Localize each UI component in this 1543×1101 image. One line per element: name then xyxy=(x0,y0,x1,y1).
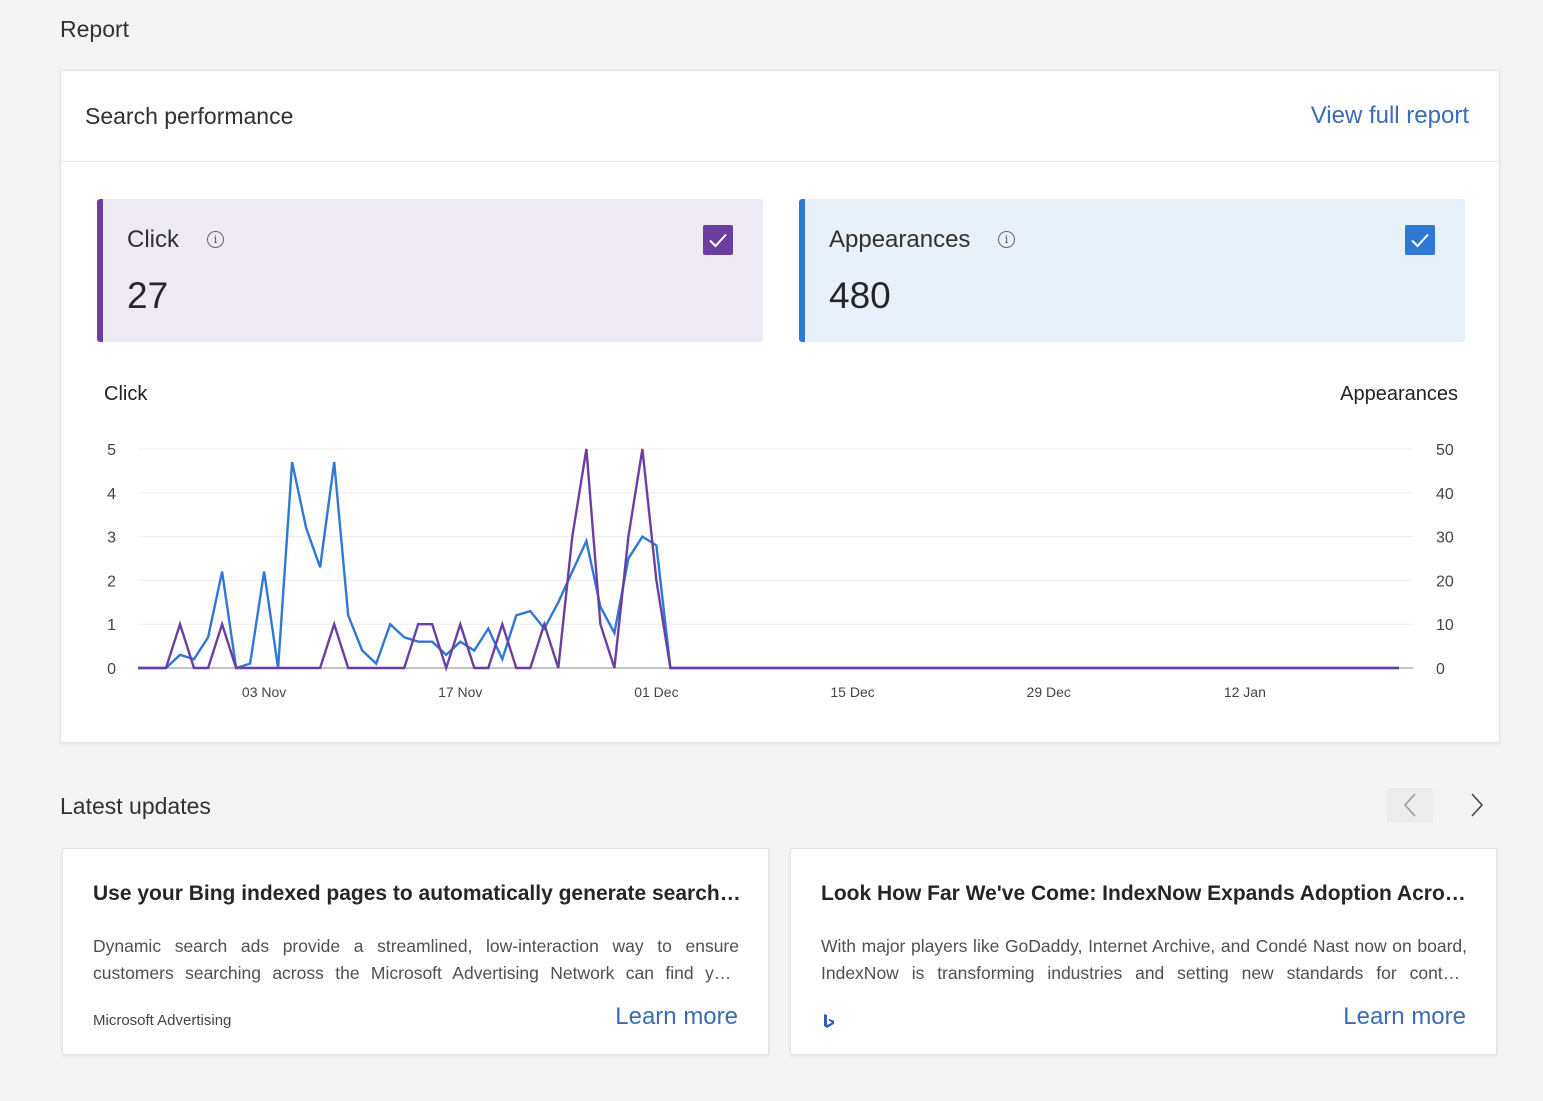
bing-icon xyxy=(824,1014,834,1028)
info-icon[interactable]: i xyxy=(207,231,224,248)
x-tick-label: 01 Dec xyxy=(634,684,678,700)
appearances-metric-value: 480 xyxy=(829,275,891,316)
update-card-title: Use your Bing indexed pages to automatic… xyxy=(93,882,743,905)
line-chart: 0123450102030405003 Nov 17 Nov 01 Dec 15 De… xyxy=(107,442,1454,700)
appearances-checkbox[interactable] xyxy=(1405,225,1435,255)
left-tick-label: 0 xyxy=(107,661,116,678)
learn-more-link[interactable]: Learn more xyxy=(615,1003,738,1031)
click-metric-tile[interactable]: Click i 27 xyxy=(97,199,763,342)
previous-button[interactable] xyxy=(1387,788,1433,822)
update-card-source: Microsoft Advertising xyxy=(93,1012,232,1029)
left-tick-label: 3 xyxy=(107,530,116,547)
checkmark-icon xyxy=(1411,233,1429,248)
info-icon[interactable]: i xyxy=(998,231,1015,248)
next-button[interactable] xyxy=(1454,788,1500,822)
update-card-description: With major players like GoDaddy, Interne… xyxy=(821,936,1467,983)
left-tick-label: 5 xyxy=(107,442,116,459)
x-tick-label: 29 Dec xyxy=(1027,684,1071,700)
right-tick-label: 10 xyxy=(1436,617,1454,634)
update-card-description: Dynamic search ads provide a streamlined… xyxy=(93,936,739,983)
x-tick-label: 15 Dec xyxy=(830,684,874,700)
performance-chart: Click Appearances 0 1 2 3 4 5 0 10 20 30 40 50 03 No… xyxy=(61,371,1501,731)
click-metric-value: 27 xyxy=(127,275,169,316)
appearances-metric-tile[interactable]: Appearances i 480 xyxy=(799,199,1465,342)
left-tick-label: 4 xyxy=(107,486,116,503)
click-metric-label: Click xyxy=(127,226,179,253)
view-full-report-link[interactable]: View full report xyxy=(1311,102,1469,130)
x-tick-label: 03 Nov xyxy=(242,684,286,700)
x-tick-label: 17 Nov xyxy=(438,684,482,700)
right-tick-label: 30 xyxy=(1436,530,1454,547)
right-tick-label: 50 xyxy=(1436,442,1454,459)
series-line-click xyxy=(138,448,1399,672)
right-tick-label: 0 xyxy=(1436,661,1445,678)
chevron-left-icon xyxy=(1403,793,1416,817)
left-tick-label: 1 xyxy=(107,617,116,634)
update-card: Look How Far We've Come: IndexNow Expand… xyxy=(790,848,1497,1055)
card-title: Search performance xyxy=(85,103,294,129)
right-tick-label: 40 xyxy=(1436,486,1454,503)
search-performance-card: Search performance View full report Clic… xyxy=(60,70,1500,743)
click-checkbox[interactable] xyxy=(703,225,733,255)
latest-updates-title: Latest updates xyxy=(60,793,211,819)
left-tick-label: 2 xyxy=(107,573,116,590)
chevron-right-icon xyxy=(1471,793,1484,817)
learn-more-link[interactable]: Learn more xyxy=(1343,1003,1466,1031)
update-card: Use your Bing indexed pages to automatic… xyxy=(62,848,769,1055)
card-header: Search performance View full report xyxy=(61,71,1499,162)
update-card-title: Look How Far We've Come: IndexNow Expand… xyxy=(821,882,1471,905)
right-tick-label: 20 xyxy=(1436,573,1454,590)
page-title: Report xyxy=(60,16,130,42)
x-tick-label: 12 Jan xyxy=(1224,684,1266,700)
checkmark-icon xyxy=(709,233,727,248)
appearances-metric-label: Appearances xyxy=(829,226,971,253)
